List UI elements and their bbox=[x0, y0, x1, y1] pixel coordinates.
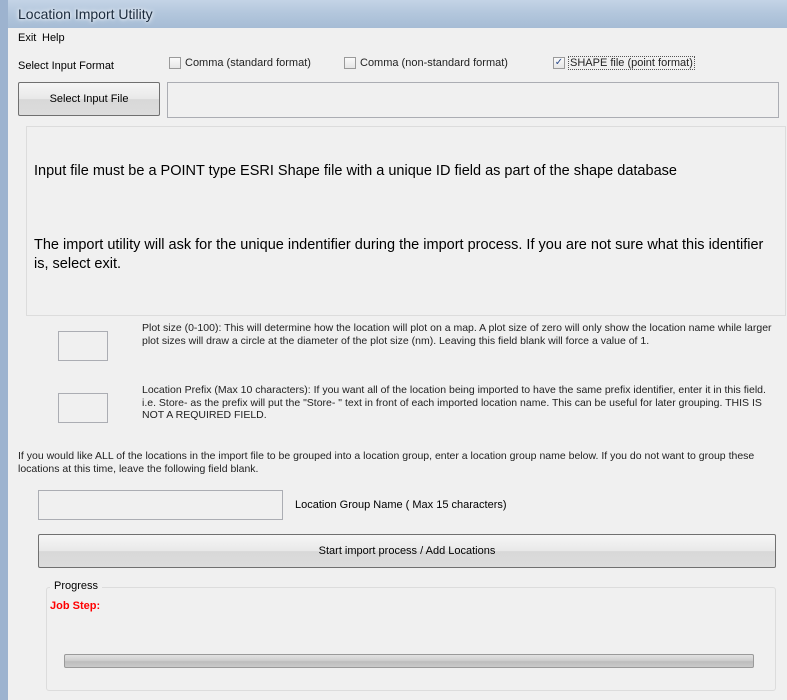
group-instructions: If you would like ALL of the locations i… bbox=[18, 450, 755, 475]
title-bar[interactable]: Location Import Utility bbox=[8, 0, 787, 28]
checkmark-icon[interactable]: ✓ bbox=[553, 57, 565, 69]
menu-help[interactable]: Help bbox=[42, 32, 65, 44]
window-title: Location Import Utility bbox=[18, 6, 153, 22]
checkbox-shape-file[interactable]: ✓ SHAPE file (point format) bbox=[553, 56, 695, 70]
plot-size-description: Plot size (0-100): This will determine h… bbox=[142, 322, 772, 347]
job-step-label: Job Step: bbox=[50, 600, 101, 612]
location-prefix-description: Location Prefix (Max 10 characters): If … bbox=[142, 384, 766, 421]
import-utility-window: Location Import Utility Exit Help Select… bbox=[0, 0, 787, 700]
location-group-name-input[interactable] bbox=[38, 490, 283, 520]
input-format-label: Select Input Format bbox=[18, 60, 114, 72]
checkbox-comma-nonstandard[interactable]: Comma (non-standard format) bbox=[344, 57, 508, 69]
menu-bar: Exit Help bbox=[8, 28, 787, 48]
start-import-label: Start import process / Add Locations bbox=[318, 545, 496, 557]
location-prefix-input[interactable] bbox=[58, 393, 108, 423]
checkbox-label: SHAPE file (point format) bbox=[568, 56, 695, 70]
progress-group-title: Progress bbox=[50, 580, 103, 592]
checkbox-box[interactable] bbox=[169, 57, 181, 69]
info-identifier-note: The import utility will ask for the uniq… bbox=[34, 237, 764, 272]
plot-size-input[interactable] bbox=[58, 331, 108, 361]
progress-group bbox=[46, 587, 776, 691]
info-shape-requirement: Input file must be a POINT type ESRI Sha… bbox=[34, 163, 677, 179]
progress-bar bbox=[64, 654, 754, 668]
checkbox-label: Comma (non-standard format) bbox=[360, 57, 508, 69]
start-import-button[interactable]: Start import process / Add Locations bbox=[38, 534, 776, 568]
checkbox-box[interactable] bbox=[344, 57, 356, 69]
checkbox-label: Comma (standard format) bbox=[185, 57, 311, 69]
location-group-name-label: Location Group Name ( Max 15 characters) bbox=[295, 499, 507, 511]
menu-exit[interactable]: Exit bbox=[18, 32, 36, 44]
checkbox-comma-standard[interactable]: Comma (standard format) bbox=[169, 57, 311, 69]
select-input-file-label: Select Input File bbox=[49, 93, 129, 105]
info-panel bbox=[26, 126, 786, 316]
input-file-path-field[interactable] bbox=[167, 82, 779, 118]
select-input-file-button[interactable]: Select Input File bbox=[18, 82, 160, 116]
